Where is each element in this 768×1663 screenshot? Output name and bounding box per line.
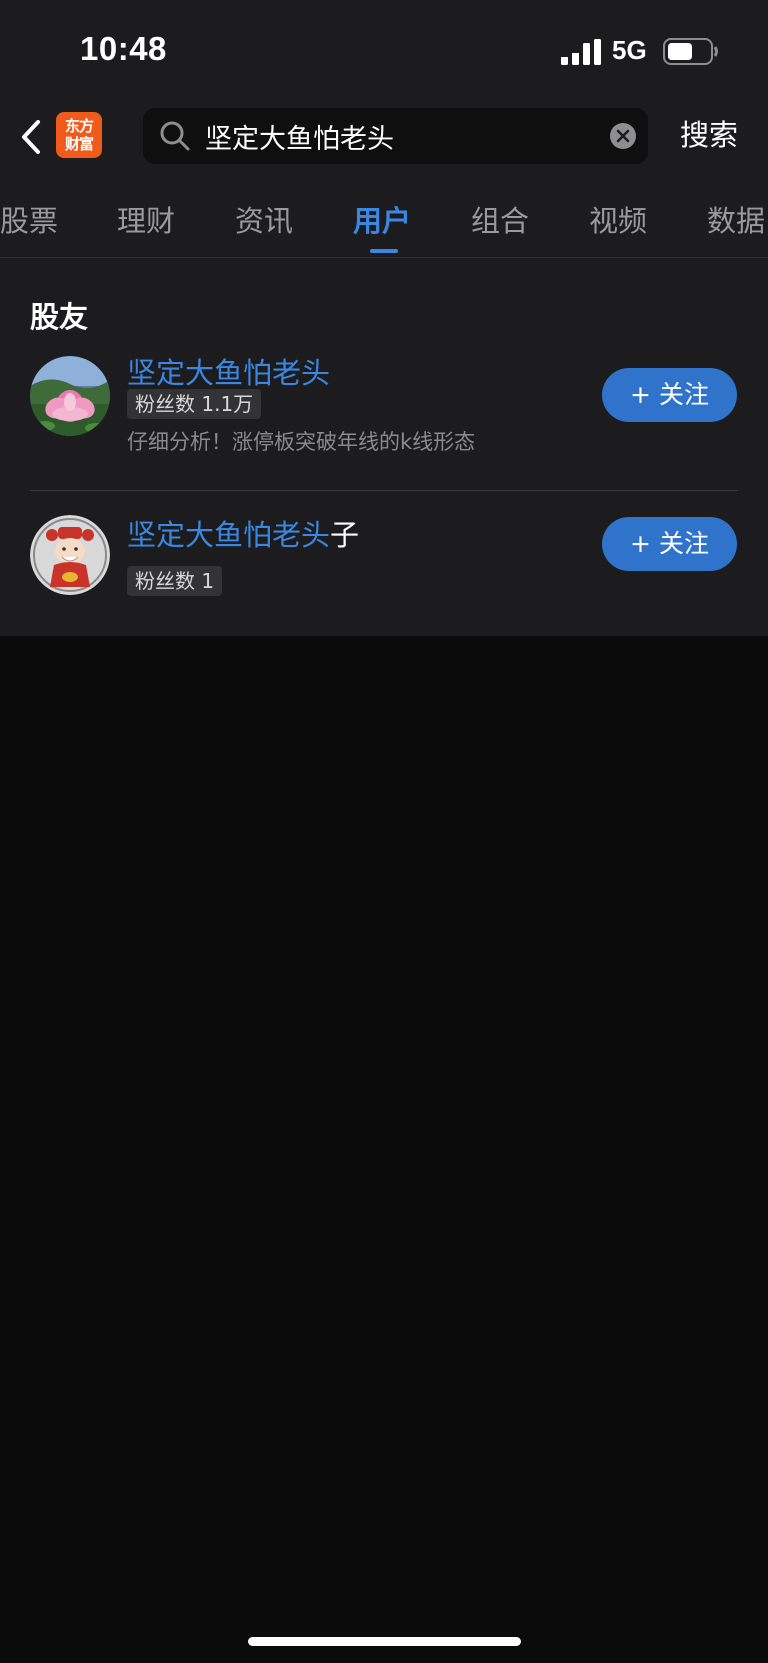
home-indicator [248,1637,521,1646]
category-tabs: 股票 理财 资讯 用户 组合 视频 数据 [0,180,768,258]
user-name-match: 坚定大鱼怕老头 [127,356,331,390]
fortune-god-cartoon-avatar [30,515,110,595]
tab-data[interactable]: 数据 [707,198,765,240]
lotus-flower-avatar [30,356,110,436]
network-type: 5G [612,35,647,65]
user-list-item[interactable]: 坚定大鱼怕老头子 粉丝数 1 + 关注 [30,515,738,614]
user-name-suffix: 子 [330,518,360,552]
section-title: 股友 [30,300,89,334]
active-tab-indicator [370,249,398,253]
user-results-panel: 股友 坚定大鱼怕老头 粉丝数 1.1万 仔细分析！涨停板突破年线的k线形态 + … [0,258,768,636]
search-input[interactable] [205,108,585,164]
tab-portfolio[interactable]: 组合 [471,198,529,240]
tab-users[interactable]: 用户 [353,198,411,240]
search-header: 东方 财富 搜索 [0,100,768,180]
status-bar: 10:48 5G [0,0,768,100]
app-logo-line2: 财富 [64,135,94,153]
search-icon [160,121,190,151]
clear-icon[interactable] [609,122,637,150]
app-logo-line1: 东方 [64,117,94,135]
app-logo[interactable]: 东方 财富 [56,112,102,158]
user-name[interactable]: 坚定大鱼怕老头 [127,350,330,392]
tab-news[interactable]: 资讯 [235,198,293,240]
screen: 10:48 5G 东方 财富 坚定大鱼怕老头 搜索 股票 理财 资讯 用户 组合… [0,0,768,1663]
follow-button[interactable]: + 关注 [602,368,737,422]
back-arrow-icon[interactable] [14,114,48,160]
battery-icon [663,38,718,65]
tab-stocks[interactable]: 股票 [0,198,58,240]
signal-strength-icon [561,39,601,65]
fans-count-badge: 粉丝数 1.1万 [127,389,262,419]
search-button[interactable]: 搜索 [680,112,738,158]
user-name[interactable]: 坚定大鱼怕老头子 [127,512,359,554]
search-box[interactable] [143,108,648,164]
user-description: 仔细分析！涨停板突破年线的k线形态 [127,430,476,454]
follow-button[interactable]: + 关注 [602,517,737,571]
row-divider [30,490,738,491]
user-name-match: 坚定大鱼怕老头 [127,518,331,552]
tab-wealth[interactable]: 理财 [117,198,175,240]
tab-video[interactable]: 视频 [589,198,647,240]
fans-count-badge: 粉丝数 1 [127,566,223,596]
user-list-item[interactable]: 坚定大鱼怕老头 粉丝数 1.1万 仔细分析！涨停板突破年线的k线形态 + 关注 [30,356,738,468]
status-time: 10:48 [80,30,167,67]
